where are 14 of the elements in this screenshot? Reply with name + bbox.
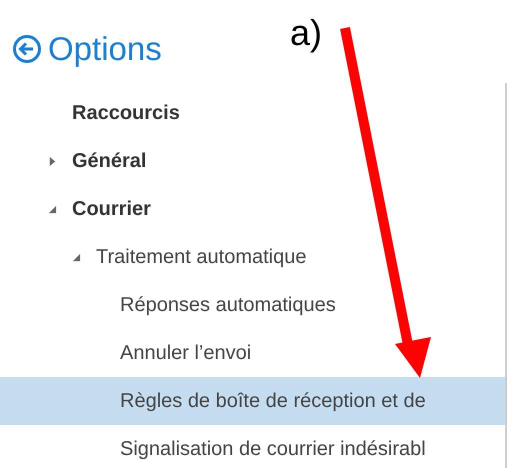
annotation-label: a) <box>290 12 322 53</box>
tree-item[interactable]: Courrier <box>0 185 505 233</box>
tree-item[interactable]: Réponses automatiques <box>0 281 505 329</box>
tree-item[interactable]: Raccourcis <box>0 89 505 137</box>
page-title: Options <box>48 29 162 69</box>
tree-item[interactable]: Signalisation de courrier indésirabl <box>0 425 505 468</box>
expanded-triangle-icon[interactable] <box>48 204 57 214</box>
collapsed-triangle-icon[interactable] <box>48 156 57 166</box>
tree-item[interactable]: Traitement automatique <box>0 233 505 281</box>
tree-item[interactable]: Général <box>0 137 505 185</box>
tree-item[interactable]: Annuler l’envoi <box>0 329 505 377</box>
expanded-triangle-icon[interactable] <box>72 252 81 262</box>
tree-item[interactable]: Règles de boîte de réception et de <box>0 377 505 425</box>
back-icon[interactable] <box>12 34 42 64</box>
